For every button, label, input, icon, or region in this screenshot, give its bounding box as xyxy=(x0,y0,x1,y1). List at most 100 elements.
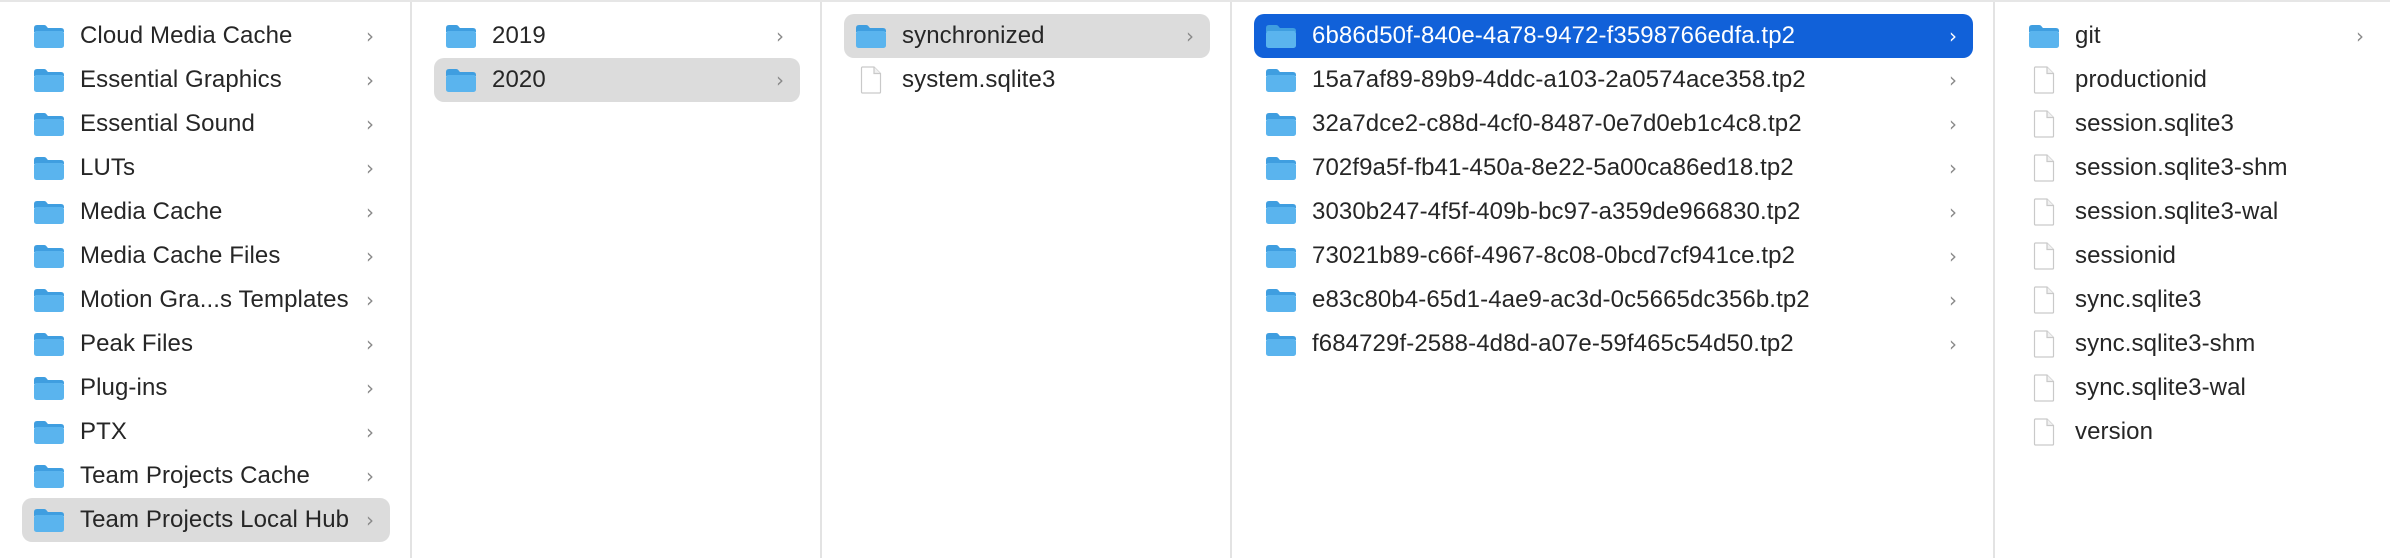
file-row[interactable]: session.sqlite3 xyxy=(2017,102,2380,146)
document-icon xyxy=(2027,109,2061,139)
chevron-right-icon[interactable]: › xyxy=(360,24,374,48)
item-name: 73021b89-c66f-4967-8c08-0bcd7cf941ce.tp2 xyxy=(1312,242,1796,269)
document-icon xyxy=(2027,65,2061,95)
item-name: 702f9a5f-fb41-450a-8e22-5a00ca86ed18.tp2 xyxy=(1312,154,1794,181)
folder-row[interactable]: 6b86d50f-840e-4a78-9472-f3598766edfa.tp2… xyxy=(1254,14,1973,58)
folder-icon xyxy=(1264,109,1298,139)
item-name: session.sqlite3-wal xyxy=(2075,198,2279,225)
column-project-contents[interactable]: git › productionid session.sqlite3 session.s… xyxy=(1995,2,2390,558)
folder-row[interactable]: Media Cache Files › xyxy=(22,234,390,278)
item-name: productionid xyxy=(2075,66,2207,93)
item-name: Media Cache xyxy=(80,198,223,225)
item-name: Plug-ins xyxy=(80,374,168,401)
chevron-right-icon[interactable]: › xyxy=(2350,24,2364,48)
file-row[interactable]: version xyxy=(2017,410,2380,454)
folder-row[interactable]: Plug-ins › xyxy=(22,366,390,410)
folder-row[interactable]: synchronized › xyxy=(844,14,1210,58)
file-row[interactable]: sync.sqlite3-shm xyxy=(2017,322,2380,366)
folder-row[interactable]: 32a7dce2-c88d-4cf0-8487-0e7d0eb1c4c8.tp2… xyxy=(1254,102,1973,146)
chevron-right-icon[interactable]: › xyxy=(360,244,374,268)
folder-row[interactable]: Team Projects Local Hub › xyxy=(22,498,390,542)
folder-row[interactable]: Peak Files › xyxy=(22,322,390,366)
chevron-right-icon[interactable]: › xyxy=(360,68,374,92)
document-icon xyxy=(2027,285,2061,315)
folder-icon xyxy=(1264,329,1298,359)
folder-icon xyxy=(1264,65,1298,95)
chevron-right-icon[interactable]: › xyxy=(1943,332,1957,356)
file-row[interactable]: session.sqlite3-wal xyxy=(2017,190,2380,234)
chevron-right-icon[interactable]: › xyxy=(360,464,374,488)
document-icon xyxy=(2027,153,2061,183)
chevron-right-icon[interactable]: › xyxy=(360,112,374,136)
file-row[interactable]: system.sqlite3 xyxy=(844,58,1210,102)
document-icon xyxy=(2027,241,2061,271)
chevron-right-icon[interactable]: › xyxy=(360,288,374,312)
folder-row[interactable]: PTX › xyxy=(22,410,390,454)
chevron-right-icon[interactable]: › xyxy=(1943,244,1957,268)
item-name: sync.sqlite3-wal xyxy=(2075,374,2246,401)
item-name: session.sqlite3-shm xyxy=(2075,154,2288,181)
file-row[interactable]: session.sqlite3-shm xyxy=(2017,146,2380,190)
column-2020[interactable]: synchronized › system.sqlite3 xyxy=(822,2,1232,558)
chevron-right-icon[interactable]: › xyxy=(360,376,374,400)
folder-row[interactable]: 3030b247-4f5f-409b-bc97-a359de966830.tp2… xyxy=(1254,190,1973,234)
chevron-right-icon[interactable]: › xyxy=(1943,24,1957,48)
chevron-right-icon[interactable]: › xyxy=(1943,156,1957,180)
chevron-right-icon[interactable]: › xyxy=(360,332,374,356)
item-name: Cloud Media Cache xyxy=(80,22,293,49)
folder-row[interactable]: Essential Graphics › xyxy=(22,58,390,102)
item-name: 3030b247-4f5f-409b-bc97-a359de966830.tp2 xyxy=(1312,198,1801,225)
item-name: Team Projects Local Hub xyxy=(80,506,350,533)
chevron-right-icon[interactable]: › xyxy=(1943,112,1957,136)
file-row[interactable]: sync.sqlite3 xyxy=(2017,278,2380,322)
item-name: PTX xyxy=(80,418,127,445)
folder-row[interactable]: Media Cache › xyxy=(22,190,390,234)
chevron-right-icon[interactable]: › xyxy=(1943,68,1957,92)
folder-row[interactable]: LUTs › xyxy=(22,146,390,190)
folder-icon xyxy=(444,65,478,95)
chevron-right-icon[interactable]: › xyxy=(360,508,374,532)
item-name: f684729f-2588-4d8d-a07e-59f465c54d50.tp2 xyxy=(1312,330,1794,357)
item-name: Motion Gra...s Templates xyxy=(80,286,349,313)
folder-row[interactable]: f684729f-2588-4d8d-a07e-59f465c54d50.tp2… xyxy=(1254,322,1973,366)
item-name: git xyxy=(2075,22,2101,49)
folder-row[interactable]: 15a7af89-89b9-4ddc-a103-2a0574ace358.tp2… xyxy=(1254,58,1973,102)
document-icon xyxy=(2027,329,2061,359)
document-icon xyxy=(854,65,888,95)
chevron-right-icon[interactable]: › xyxy=(360,200,374,224)
folder-row[interactable]: e83c80b4-65d1-4ae9-ac3d-0c5665dc356b.tp2… xyxy=(1254,278,1973,322)
item-name: LUTs xyxy=(80,154,136,181)
chevron-right-icon[interactable]: › xyxy=(770,24,784,48)
item-name: 6b86d50f-840e-4a78-9472-f3598766edfa.tp2 xyxy=(1312,22,1796,49)
folder-row[interactable]: Essential Sound › xyxy=(22,102,390,146)
chevron-right-icon[interactable]: › xyxy=(360,156,374,180)
folder-icon xyxy=(32,241,66,271)
file-row[interactable]: productionid xyxy=(2017,58,2380,102)
item-name: e83c80b4-65d1-4ae9-ac3d-0c5665dc356b.tp2 xyxy=(1312,286,1810,313)
file-row[interactable]: sessionid xyxy=(2017,234,2380,278)
column-library[interactable]: Cloud Media Cache › Essential Graphics › Ess… xyxy=(0,2,412,558)
folder-icon xyxy=(444,21,478,51)
folder-icon xyxy=(32,153,66,183)
item-name: system.sqlite3 xyxy=(902,66,1056,93)
folder-row[interactable]: 2020 › xyxy=(434,58,800,102)
folder-row[interactable]: 702f9a5f-fb41-450a-8e22-5a00ca86ed18.tp2… xyxy=(1254,146,1973,190)
file-row[interactable]: sync.sqlite3-wal xyxy=(2017,366,2380,410)
column-synchronized[interactable]: 6b86d50f-840e-4a78-9472-f3598766edfa.tp2… xyxy=(1232,2,1995,558)
column-team-projects-local-hub[interactable]: 2019 › 2020 › xyxy=(412,2,822,558)
folder-row[interactable]: 73021b89-c66f-4967-8c08-0bcd7cf941ce.tp2… xyxy=(1254,234,1973,278)
folder-row[interactable]: Cloud Media Cache › xyxy=(22,14,390,58)
folder-row[interactable]: 2019 › xyxy=(434,14,800,58)
chevron-right-icon[interactable]: › xyxy=(1943,288,1957,312)
item-name: sync.sqlite3 xyxy=(2075,286,2202,313)
chevron-right-icon[interactable]: › xyxy=(1943,200,1957,224)
folder-row[interactable]: Team Projects Cache › xyxy=(22,454,390,498)
chevron-right-icon[interactable]: › xyxy=(1180,24,1194,48)
chevron-right-icon[interactable]: › xyxy=(770,68,784,92)
folder-row[interactable]: git › xyxy=(2017,14,2380,58)
document-icon xyxy=(2027,373,2061,403)
folder-icon xyxy=(1264,285,1298,315)
item-name: 2019 xyxy=(492,22,546,49)
folder-row[interactable]: Motion Gra...s Templates › xyxy=(22,278,390,322)
chevron-right-icon[interactable]: › xyxy=(360,420,374,444)
